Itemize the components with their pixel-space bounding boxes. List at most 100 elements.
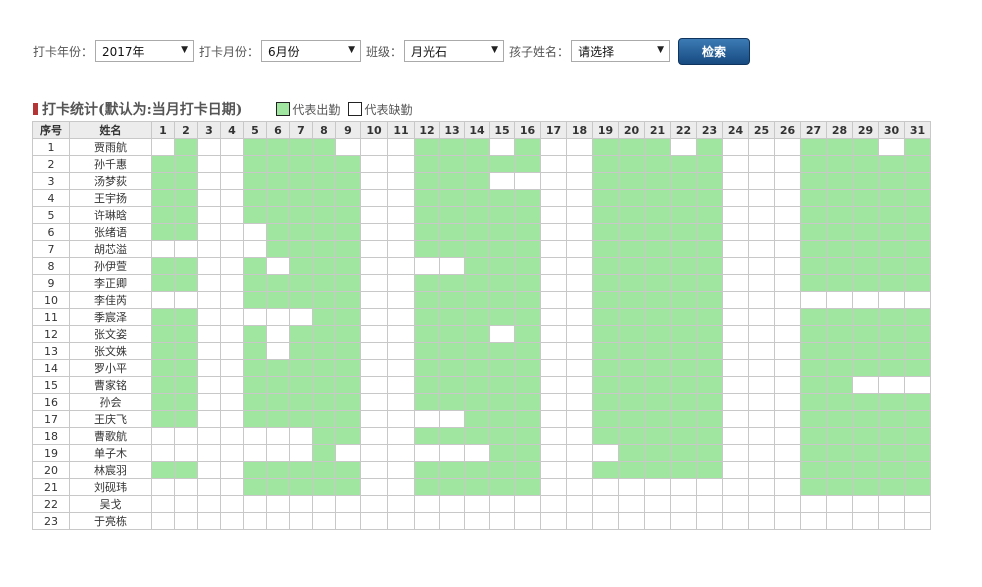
attendance-cell-absent — [540, 325, 567, 343]
attendance-cell-present — [243, 206, 267, 224]
attendance-cell-absent — [774, 257, 801, 275]
attendance-cell-present — [878, 155, 905, 173]
attendance-cell-present — [174, 393, 198, 411]
table-row: 15 曹家铭 — [32, 376, 931, 394]
attendance-cell-absent — [774, 308, 801, 326]
child-select[interactable]: 请选择 ▼ — [571, 40, 671, 62]
attendance-cell-absent — [670, 495, 697, 513]
month-select[interactable]: 6月份 ▼ — [261, 40, 362, 62]
row-seq: 6 — [32, 223, 70, 241]
attendance-cell-absent — [197, 274, 221, 292]
attendance-cell-absent — [566, 512, 593, 530]
attendance-cell-absent — [748, 240, 775, 258]
attendance-cell-present — [335, 308, 361, 326]
attendance-cell-present — [312, 291, 336, 309]
day-header: 16 — [514, 121, 541, 139]
attendance-cell-present — [644, 376, 671, 394]
attendance-cell-absent — [566, 359, 593, 377]
search-button[interactable]: 检索 — [678, 37, 751, 65]
attendance-cell-present — [414, 223, 440, 241]
attendance-cell-present — [489, 223, 515, 241]
attendance-cell-present — [696, 461, 723, 479]
attendance-cell-absent — [904, 512, 931, 530]
attendance-cell-present — [644, 461, 671, 479]
attendance-cell-present — [592, 155, 619, 173]
attendance-cell-present — [266, 410, 290, 428]
attendance-cell-present — [826, 427, 853, 445]
attendance-cell-absent — [387, 257, 415, 275]
row-name: 曹家铭 — [69, 376, 152, 394]
attendance-cell-absent — [696, 495, 723, 513]
attendance-cell-absent — [826, 512, 853, 530]
attendance-cell-absent — [566, 155, 593, 173]
attendance-cell-present — [826, 342, 853, 360]
day-header: 18 — [566, 121, 593, 139]
attendance-cell-present — [289, 189, 313, 207]
attendance-cell-present — [514, 189, 541, 207]
attendance-cell-present — [644, 427, 671, 445]
attendance-cell-present — [696, 206, 723, 224]
day-header: 24 — [722, 121, 749, 139]
attendance-cell-present — [312, 461, 336, 479]
year-select[interactable]: 2017年 ▼ — [95, 40, 195, 62]
attendance-cell-absent — [174, 240, 198, 258]
row-name: 王宇扬 — [69, 189, 152, 207]
attendance-cell-present — [592, 274, 619, 292]
attendance-cell-present — [618, 138, 645, 156]
attendance-cell-present — [289, 410, 313, 428]
attendance-cell-present — [696, 240, 723, 258]
day-header: 13 — [439, 121, 465, 139]
attendance-cell-absent — [748, 512, 775, 530]
attendance-cell-present — [266, 138, 290, 156]
attendance-cell-present — [618, 359, 645, 377]
table-row: 1 贾雨航 — [32, 138, 931, 156]
attendance-cell-present — [592, 325, 619, 343]
attendance-cell-absent — [360, 223, 388, 241]
attendance-cell-present — [335, 257, 361, 275]
attendance-cell-absent — [540, 393, 567, 411]
attendance-cell-absent — [774, 342, 801, 360]
attendance-cell-present — [439, 427, 465, 445]
attendance-cell-present — [414, 461, 440, 479]
attendance-cell-present — [670, 257, 697, 275]
day-header: 3 — [197, 121, 221, 139]
attendance-cell-present — [289, 274, 313, 292]
row-name: 罗小平 — [69, 359, 152, 377]
attendance-cell-present — [826, 240, 853, 258]
attendance-cell-absent — [151, 427, 175, 445]
attendance-cell-present — [592, 240, 619, 258]
attendance-cell-absent — [904, 291, 931, 309]
attendance-cell-present — [312, 189, 336, 207]
attendance-cell-absent — [644, 495, 671, 513]
attendance-cell-absent — [722, 410, 749, 428]
attendance-cell-present — [878, 172, 905, 190]
attendance-cell-present — [904, 308, 931, 326]
attendance-cell-present — [414, 308, 440, 326]
attendance-cell-present — [800, 444, 827, 462]
attendance-cell-absent — [748, 495, 775, 513]
attendance-cell-present — [644, 223, 671, 241]
attendance-cell-absent — [722, 240, 749, 258]
row-seq: 17 — [32, 410, 70, 428]
attendance-cell-present — [696, 291, 723, 309]
attendance-cell-present — [904, 138, 931, 156]
col-seq-header: 序号 — [32, 121, 70, 139]
attendance-cell-absent — [220, 189, 244, 207]
attendance-cell-present — [312, 376, 336, 394]
month-value: 6月份 — [268, 44, 300, 59]
class-select[interactable]: 月光石 ▼ — [404, 40, 505, 62]
attendance-cell-present — [592, 461, 619, 479]
attendance-cell-present — [312, 155, 336, 173]
attendance-cell-present — [696, 444, 723, 462]
attendance-cell-present — [904, 155, 931, 173]
attendance-cell-present — [878, 427, 905, 445]
attendance-cell-absent — [618, 512, 645, 530]
attendance-cell-present — [514, 291, 541, 309]
attendance-cell-present — [618, 410, 645, 428]
attendance-cell-absent — [748, 223, 775, 241]
attendance-cell-present — [464, 138, 490, 156]
attendance-cell-present — [414, 393, 440, 411]
attendance-cell-absent — [220, 495, 244, 513]
attendance-cell-absent — [360, 172, 388, 190]
attendance-cell-absent — [220, 308, 244, 326]
